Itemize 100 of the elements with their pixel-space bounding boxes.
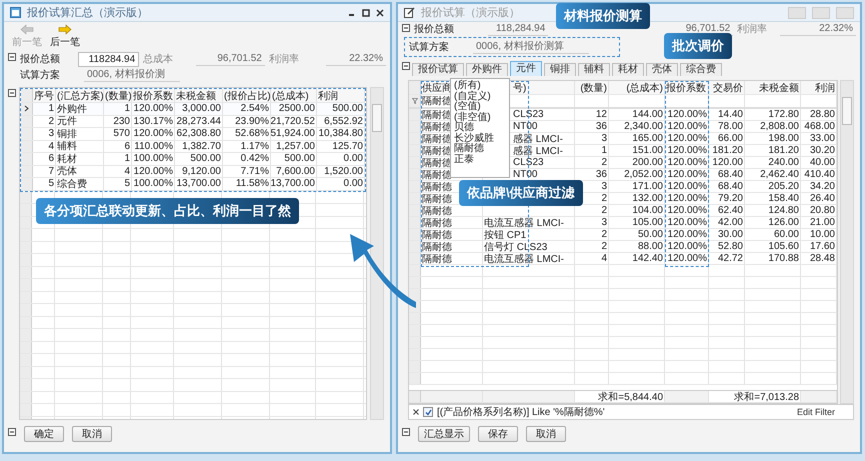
confirm-button[interactable]: 确定 bbox=[24, 426, 64, 442]
table-cell: 1,257.00 bbox=[271, 140, 317, 152]
table-cell: 120.00% bbox=[665, 133, 709, 144]
collapse-icon[interactable] bbox=[402, 24, 410, 32]
tab[interactable]: 报价试算 bbox=[412, 63, 464, 76]
maximize-button[interactable] bbox=[812, 6, 830, 18]
table-cell: 28.80 bbox=[801, 109, 837, 120]
table-row[interactable]: 4 辅料 6 110.00% 1,382.70 1.17% 1,257.00 125.70 bbox=[21, 140, 365, 153]
table-row[interactable]: 6 耗材 1 100.00% 500.00 0.42% 500.00 0.00 bbox=[21, 153, 365, 166]
table-cell: 13,700.00 bbox=[175, 178, 223, 190]
column-header[interactable]: (总成本) bbox=[609, 81, 665, 94]
column-header[interactable]: (数量) bbox=[104, 89, 132, 102]
table-cell: 68.40 bbox=[709, 169, 745, 180]
minimize-button[interactable] bbox=[788, 6, 806, 18]
total-field: 118,284.94 bbox=[488, 22, 548, 36]
table-row[interactable]: 3 铜排 570 120.00% 62,308.80 52.68%51,924.00 10,384.80 bbox=[21, 128, 365, 140]
table-row[interactable]: 1 外购件 1 120.00% 3,000.00 2.54% 2500.00 500.00 bbox=[21, 103, 365, 116]
column-header[interactable]: 利润 bbox=[801, 81, 837, 94]
tab[interactable]: 耗材 bbox=[612, 63, 644, 76]
tab[interactable]: 辅料 bbox=[578, 63, 610, 76]
table-cell: 68.40 bbox=[709, 181, 745, 192]
total-field[interactable]: 118284.94 bbox=[78, 52, 140, 66]
table-cell: 120.00% bbox=[132, 166, 175, 177]
column-header[interactable]: (汇总方案) bbox=[56, 89, 104, 102]
callout: 材料报价测算 bbox=[556, 3, 650, 29]
table-row[interactable]: 7 壳体 4 120.00% 9,120.00 7.71% 7,600.00 1,520.00 bbox=[21, 166, 365, 178]
table-cell: 410.40 bbox=[801, 169, 837, 180]
table-cell: 21.00 bbox=[801, 217, 837, 228]
tab[interactable]: 外购件 bbox=[466, 63, 508, 76]
table-cell: 120.00 bbox=[709, 157, 745, 168]
tab[interactable]: 铜排 bbox=[544, 63, 576, 76]
table-cell: 120.00% bbox=[665, 109, 709, 120]
dropdown-item[interactable]: (自定义) bbox=[454, 92, 506, 102]
scrollbar[interactable] bbox=[370, 87, 384, 420]
table-cell: 125.70 bbox=[317, 140, 365, 152]
collapse-icon[interactable] bbox=[8, 53, 16, 61]
column-header[interactable]: (报价占比) bbox=[223, 89, 271, 102]
column-header[interactable]: 序号 bbox=[33, 89, 56, 102]
save-button[interactable]: 保存 bbox=[478, 426, 518, 442]
table-cell: 3 bbox=[575, 133, 609, 144]
table-cell: 181.20 bbox=[709, 145, 745, 156]
maximize-icon[interactable] bbox=[362, 8, 370, 16]
summary-button[interactable]: 汇总显示 bbox=[418, 426, 470, 442]
column-header[interactable]: 交易价 bbox=[709, 81, 745, 94]
table-cell: 130.17% bbox=[132, 116, 175, 127]
field-label: 总成本 bbox=[143, 52, 174, 66]
left-arrow-icon bbox=[20, 24, 34, 35]
cancel-button[interactable]: 取消 bbox=[72, 426, 112, 442]
window-title: 报价试算（演示版） bbox=[421, 6, 520, 20]
close-icon[interactable] bbox=[413, 409, 419, 415]
next-button[interactable]: 后一笔 bbox=[50, 24, 80, 49]
table-cell: 17.60 bbox=[801, 241, 837, 252]
plan-field: 0006, 材料报价测 bbox=[84, 68, 180, 82]
column-header[interactable]: 报价系数 bbox=[665, 81, 709, 94]
close-icon[interactable] bbox=[376, 8, 384, 16]
table-cell: 52.68% bbox=[223, 128, 271, 140]
table-cell: 2,808.00 bbox=[745, 121, 801, 132]
table-cell: 52.80 bbox=[709, 241, 745, 252]
column-header[interactable]: 报价系数 bbox=[132, 89, 175, 102]
cancel-button[interactable]: 取消 bbox=[526, 426, 566, 442]
edit-filter-link[interactable]: Edit Filter bbox=[796, 407, 849, 417]
table-row[interactable]: 2 元件 230 130.17% 28,273.44 23.90%21,720.52 6,552.92 bbox=[21, 116, 365, 128]
table-cell: 120.00% bbox=[132, 103, 175, 114]
column-header[interactable]: 未税金额 bbox=[175, 89, 223, 102]
table-cell: 51,924.00 bbox=[271, 128, 317, 140]
row-header[interactable] bbox=[21, 103, 33, 114]
table-cell: 62,308.80 bbox=[175, 128, 223, 140]
collapse-icon[interactable] bbox=[402, 62, 410, 70]
table-cell: 3 bbox=[575, 217, 609, 228]
table-cell: 120.00% bbox=[665, 169, 709, 180]
table-cell: 79.20 bbox=[709, 193, 745, 204]
scrollbar[interactable] bbox=[840, 80, 854, 404]
table-cell: 200.00 bbox=[609, 157, 665, 168]
table-cell: 6 bbox=[33, 153, 56, 164]
table-row[interactable]: 5 综合费 5 100.00% 13,700.00 11.58%13,700.00 0.00 bbox=[21, 178, 365, 190]
collapse-icon[interactable] bbox=[402, 428, 410, 436]
table-cell: 21,720.52 bbox=[271, 116, 317, 127]
field-label: 试算方案 bbox=[20, 68, 61, 82]
tab[interactable]: 元件 bbox=[510, 61, 542, 76]
column-header[interactable]: (数量) bbox=[575, 81, 609, 94]
table-cell: 4 bbox=[104, 166, 132, 177]
checkbox[interactable] bbox=[423, 407, 433, 417]
column-header[interactable]: 利润 bbox=[317, 89, 365, 102]
tab[interactable]: 壳体 bbox=[646, 63, 678, 76]
column-header[interactable]: (总成本) bbox=[271, 89, 317, 102]
table-cell: 100.00% bbox=[132, 153, 175, 164]
column-header[interactable]: 未税金额 bbox=[745, 81, 801, 94]
collapse-icon[interactable] bbox=[8, 89, 16, 97]
tab[interactable]: 综合费 bbox=[680, 63, 722, 76]
close-button[interactable] bbox=[836, 6, 854, 18]
field-label: 试算方案 bbox=[409, 40, 450, 54]
table-cell: 2,052.00 bbox=[609, 169, 665, 180]
table-cell: 34.20 bbox=[801, 181, 837, 192]
collapse-icon[interactable] bbox=[8, 428, 16, 436]
table-cell: 耗材 bbox=[56, 153, 104, 164]
field-label: 报价总额 bbox=[20, 52, 61, 66]
rate-field: 22.32% bbox=[780, 22, 856, 36]
table-cell: 1 bbox=[575, 145, 609, 156]
table-cell: 1 bbox=[104, 153, 132, 164]
table-cell: 42.00 bbox=[709, 217, 745, 228]
